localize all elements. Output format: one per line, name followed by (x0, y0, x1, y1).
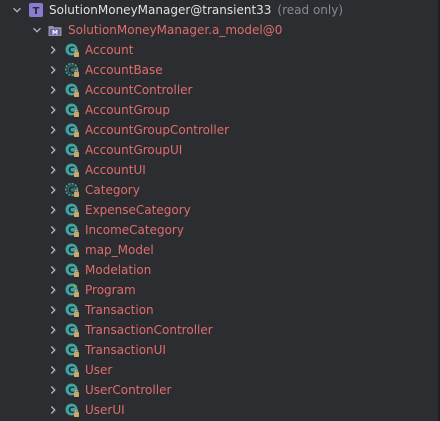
chevron-right-icon[interactable] (47, 324, 59, 336)
chevron-right-icon[interactable] (47, 144, 59, 156)
class-node-label: map_Model (85, 243, 154, 257)
abstract-class-icon: C (65, 183, 79, 197)
class-node-label: Modelation (85, 263, 152, 277)
chevron-right-icon[interactable] (47, 284, 59, 296)
tree-row-root[interactable]: T SolutionMoneyManager@transient33 (read… (0, 0, 440, 20)
tree-row-class[interactable]: C TransactionController (0, 320, 440, 340)
chevron-down-icon[interactable] (11, 4, 23, 16)
module-badge-letter: M (52, 29, 58, 36)
project-tree: T SolutionMoneyManager@transient33 (read… (0, 0, 440, 421)
tree-row-class[interactable]: C Transaction (0, 300, 440, 320)
class-icon: C (65, 303, 79, 317)
chevron-right-icon[interactable] (47, 84, 59, 96)
class-icon: C (65, 43, 79, 57)
chevron-right-icon[interactable] (47, 344, 59, 356)
class-node-label: Program (85, 283, 136, 297)
class-node-label: Account (85, 43, 134, 57)
chevron-right-icon[interactable] (47, 124, 59, 136)
root-node-label: SolutionMoneyManager@transient33 (49, 3, 272, 17)
class-icon: C (65, 403, 79, 417)
class-icon: C (65, 163, 79, 177)
chevron-right-icon[interactable] (47, 184, 59, 196)
chevron-right-icon[interactable] (47, 44, 59, 56)
tree-row-class[interactable]: C Account (0, 40, 440, 60)
tree-row-class[interactable]: C AccountUI (0, 160, 440, 180)
tree-row-class[interactable]: Cmap_Model (0, 240, 440, 260)
class-icon: C (65, 323, 79, 337)
chevron-right-icon[interactable] (47, 104, 59, 116)
class-icon: C (65, 343, 79, 357)
chevron-right-icon[interactable] (47, 364, 59, 376)
class-icon: C (65, 83, 79, 97)
class-icon: C (65, 203, 79, 217)
tree-row-class[interactable]: C UserUI (0, 400, 440, 420)
class-icon: C (65, 243, 79, 257)
class-icon: C (65, 143, 79, 157)
class-node-label: AccountUI (85, 163, 146, 177)
tree-row-class[interactable]: C AccountGroup (0, 100, 440, 120)
chevron-right-icon[interactable] (47, 64, 59, 76)
tree-row-class[interactable]: C UserController (0, 380, 440, 400)
class-node-label: AccountGroup (85, 103, 170, 117)
class-icon: C (65, 263, 79, 277)
class-node-label: AccountController (85, 83, 193, 97)
class-node-label: AccountBase (85, 63, 163, 77)
class-icon: C (65, 363, 79, 377)
tree-row-module[interactable]: M SolutionMoneyManager.a_model@0 (0, 20, 440, 40)
class-node-label: ExpenseCategory (85, 203, 191, 217)
abstract-class-icon: C (65, 63, 79, 77)
class-node-label: TransactionUI (85, 343, 166, 357)
tree-row-class[interactable]: C AccountController (0, 80, 440, 100)
class-icon: C (65, 123, 79, 137)
class-icon: C (65, 223, 79, 237)
model-folder-icon: M (48, 23, 62, 37)
chevron-right-icon[interactable] (47, 264, 59, 276)
class-node-label: AccountGroupController (85, 123, 230, 137)
tree-row-class[interactable]: C Modelation (0, 260, 440, 280)
class-icon: C (65, 103, 79, 117)
class-node-label: Category (85, 183, 140, 197)
chevron-right-icon[interactable] (47, 404, 59, 416)
tree-row-class[interactable]: C AccountGroupController (0, 120, 440, 140)
chevron-right-icon[interactable] (47, 244, 59, 256)
class-icon: C (65, 383, 79, 397)
class-node-label: Transaction (85, 303, 154, 317)
class-node-label: User (85, 363, 113, 377)
root-node-readonly-suffix: (read only) (277, 3, 344, 17)
tree-row-class[interactable]: C AccountBase (0, 60, 440, 80)
tree-row-class[interactable]: C ExpenseCategory (0, 200, 440, 220)
tree-row-class[interactable]: C Program (0, 280, 440, 300)
chevron-right-icon[interactable] (47, 304, 59, 316)
chevron-down-icon[interactable] (31, 24, 43, 36)
class-node-label: IncomeCategory (85, 223, 184, 237)
class-node-label: TransactionController (85, 323, 213, 337)
transient-model-icon: T (29, 3, 43, 17)
chevron-right-icon[interactable] (47, 224, 59, 236)
tree-row-class[interactable]: C AccountGroupUI (0, 140, 440, 160)
chevron-right-icon[interactable] (47, 384, 59, 396)
tree-row-class[interactable]: C User (0, 360, 440, 380)
class-node-label: UserUI (85, 403, 125, 417)
class-node-label: UserController (85, 383, 172, 397)
root-badge-letter: T (33, 6, 40, 17)
chevron-right-icon[interactable] (47, 164, 59, 176)
tree-row-class[interactable]: C IncomeCategory (0, 220, 440, 240)
chevron-right-icon[interactable] (47, 204, 59, 216)
tree-row-class[interactable]: C TransactionUI (0, 340, 440, 360)
tree-row-class[interactable]: C Category (0, 180, 440, 200)
module-node-label: SolutionMoneyManager.a_model@0 (68, 23, 283, 37)
class-node-label: AccountGroupUI (85, 143, 183, 157)
runnable-class-icon: C (65, 283, 79, 297)
